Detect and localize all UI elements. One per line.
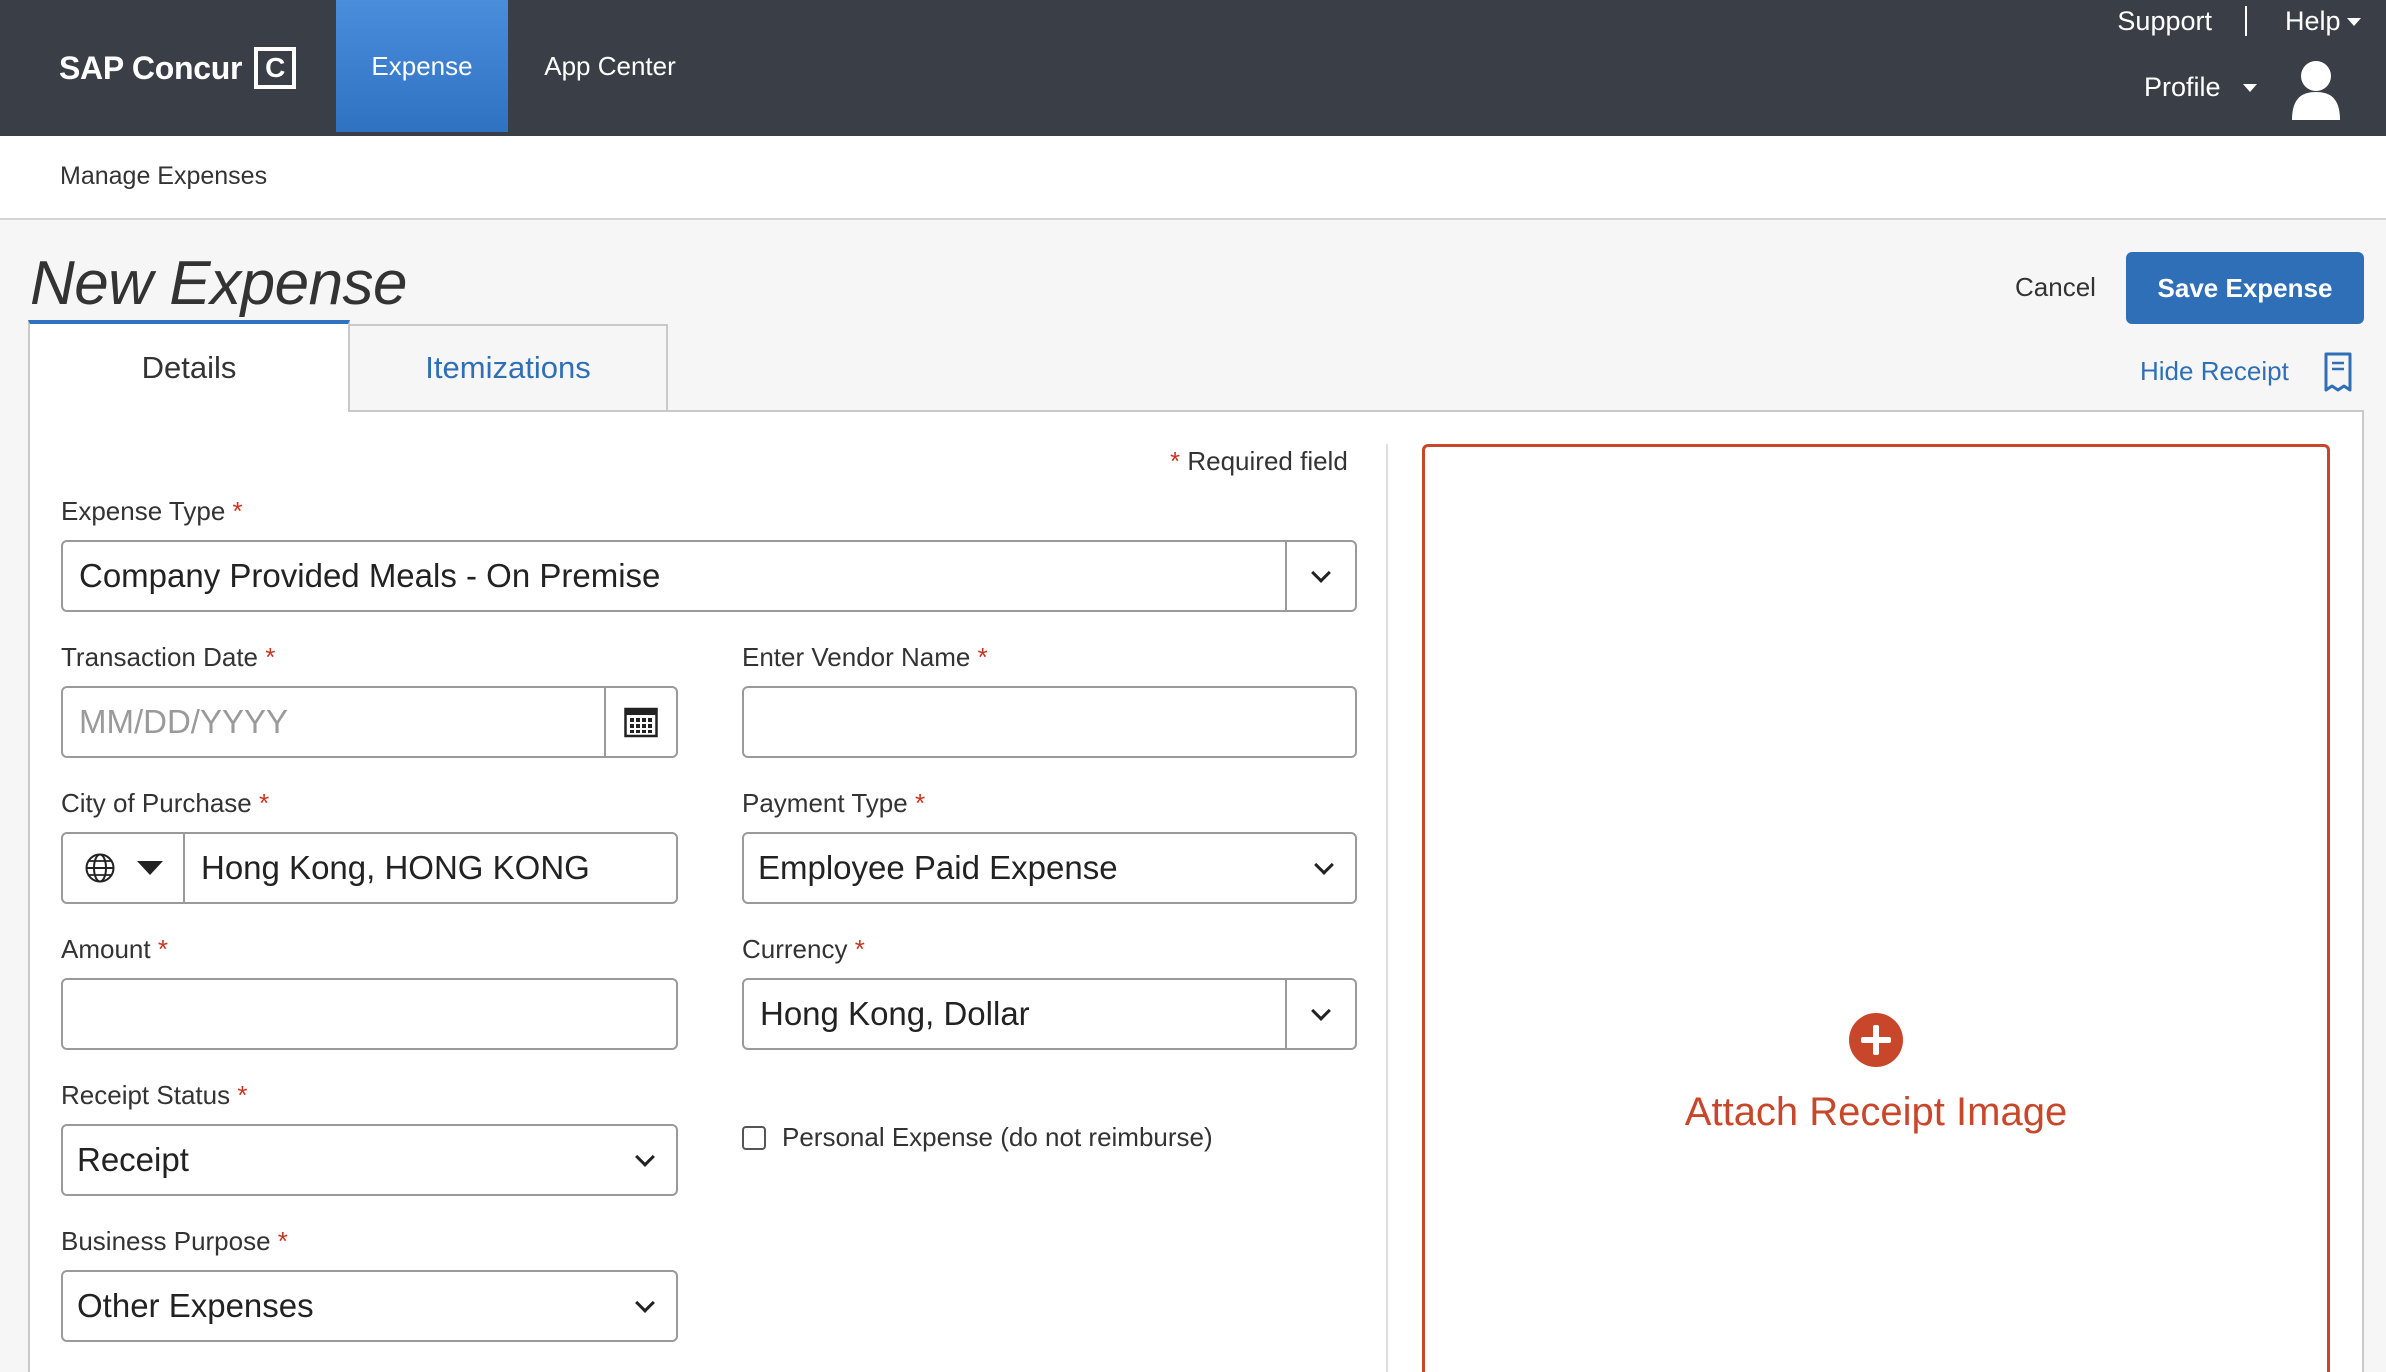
receipt-status-label-text: Receipt Status [61, 1080, 231, 1110]
hide-receipt-link[interactable]: Hide Receipt [2140, 356, 2289, 387]
payment-type-select[interactable]: Employee Paid Expense [742, 832, 1357, 904]
receipt-icon[interactable] [2324, 352, 2352, 392]
expense-type-select[interactable]: Company Provided Meals - On Premise [61, 540, 1357, 612]
city-value: Hong Kong, HONG KONG [201, 849, 590, 886]
required-star: * [258, 788, 270, 818]
calendar-button[interactable] [604, 688, 676, 756]
currency-select[interactable]: Hong Kong, Dollar [742, 978, 1357, 1050]
tab-itemizations[interactable]: Itemizations [348, 324, 668, 412]
profile-menu[interactable]: Profile [2144, 72, 2257, 103]
transaction-date-field[interactable]: MM/DD/YYYY [61, 686, 678, 758]
payment-type-label-text: Payment Type [742, 788, 908, 818]
chevron-down-icon [1311, 1000, 1331, 1021]
tab-details[interactable]: Details [28, 320, 350, 412]
caret-down-icon [2346, 17, 2361, 26]
subheader-bar: Manage Expenses [0, 136, 2386, 220]
profile-label: Profile [2144, 72, 2221, 102]
required-field-note: * Required field [1170, 446, 1348, 477]
transaction-date-placeholder: MM/DD/YYYY [79, 703, 289, 740]
form-divider [1386, 444, 1388, 1372]
required-star: * [1170, 446, 1181, 476]
save-expense-button[interactable]: Save Expense [2126, 252, 2364, 324]
chevron-down-icon [635, 1146, 655, 1167]
required-star: * [232, 496, 243, 526]
city-field[interactable]: Hong Kong, HONG KONG [61, 832, 678, 904]
help-label: Help [2285, 6, 2341, 36]
business-purpose-select[interactable]: Other Expenses [61, 1270, 678, 1342]
receipt-status-label: Receipt Status * [61, 1080, 247, 1111]
expense-type-label-text: Expense Type [61, 496, 226, 526]
brand-name: SAP Concur [59, 49, 243, 86]
vendor-name-input[interactable] [742, 686, 1357, 758]
page-title: New Expense [30, 249, 408, 318]
required-star: * [157, 934, 168, 964]
brand-logo-icon: C [254, 47, 297, 89]
city-label-text: City of Purchase [61, 788, 252, 818]
avatar-icon[interactable] [2290, 58, 2342, 120]
required-star: * [914, 788, 926, 818]
nav-tab-app-center[interactable]: App Center [530, 0, 690, 132]
city-label: City of Purchase * [61, 788, 269, 819]
manage-expenses-link[interactable]: Manage Expenses [60, 162, 267, 191]
required-note-text: Required field [1187, 446, 1348, 476]
globe-icon [85, 853, 114, 883]
payment-type-label: Payment Type * [742, 788, 925, 819]
utility-divider [2245, 6, 2247, 36]
attach-receipt-link[interactable]: Attach Receipt Image [1422, 1090, 2330, 1135]
vendor-name-label-text: Enter Vendor Name [742, 642, 971, 672]
currency-label-text: Currency [742, 934, 848, 964]
business-purpose-value: Other Expenses [77, 1287, 314, 1324]
nav-tab-expense[interactable]: Expense [336, 0, 508, 132]
required-star: * [977, 642, 988, 672]
chevron-down-icon [1314, 854, 1334, 875]
vendor-name-label: Enter Vendor Name * [742, 642, 988, 673]
currency-label: Currency * [742, 934, 865, 965]
required-star: * [265, 642, 276, 672]
brand-logo[interactable]: SAP Concur C [59, 44, 297, 92]
calendar-icon [624, 707, 658, 738]
cancel-button[interactable]: Cancel [2015, 272, 2096, 303]
caret-down-icon [2242, 83, 2257, 92]
location-picker-button[interactable] [63, 834, 185, 902]
personal-expense-checkbox[interactable] [742, 1126, 766, 1150]
business-purpose-label-text: Business Purpose [61, 1226, 271, 1256]
receipt-status-value: Receipt [77, 1141, 189, 1178]
receipt-status-select[interactable]: Receipt [61, 1124, 678, 1196]
currency-dropdown-button[interactable] [1285, 980, 1355, 1048]
plus-circle-icon[interactable] [1849, 1013, 1903, 1067]
payment-type-value: Employee Paid Expense [758, 849, 1118, 886]
receipt-dropzone[interactable] [1422, 444, 2330, 1372]
top-nav-bar: SAP Concur C Expense App Center Support … [0, 0, 2386, 136]
expense-type-label: Expense Type * [61, 496, 243, 527]
amount-input[interactable] [61, 978, 678, 1050]
expense-type-dropdown-button[interactable] [1285, 542, 1355, 610]
expense-type-value: Company Provided Meals - On Premise [79, 557, 661, 594]
business-purpose-label: Business Purpose * [61, 1226, 288, 1257]
help-menu[interactable]: Help [2285, 6, 2361, 37]
required-star: * [854, 934, 865, 964]
personal-expense-label[interactable]: Personal Expense (do not reimburse) [782, 1122, 1213, 1153]
currency-value: Hong Kong, Dollar [760, 995, 1030, 1032]
chevron-down-icon [1311, 562, 1331, 583]
amount-label: Amount * [61, 934, 168, 965]
transaction-date-label: Transaction Date * [61, 642, 275, 673]
transaction-date-label-text: Transaction Date [61, 642, 259, 672]
triangle-down-icon [136, 861, 163, 875]
chevron-down-icon [635, 1292, 655, 1313]
required-star: * [277, 1226, 288, 1256]
support-link[interactable]: Support [2117, 6, 2212, 37]
amount-label-text: Amount [61, 934, 151, 964]
required-star: * [237, 1080, 248, 1110]
